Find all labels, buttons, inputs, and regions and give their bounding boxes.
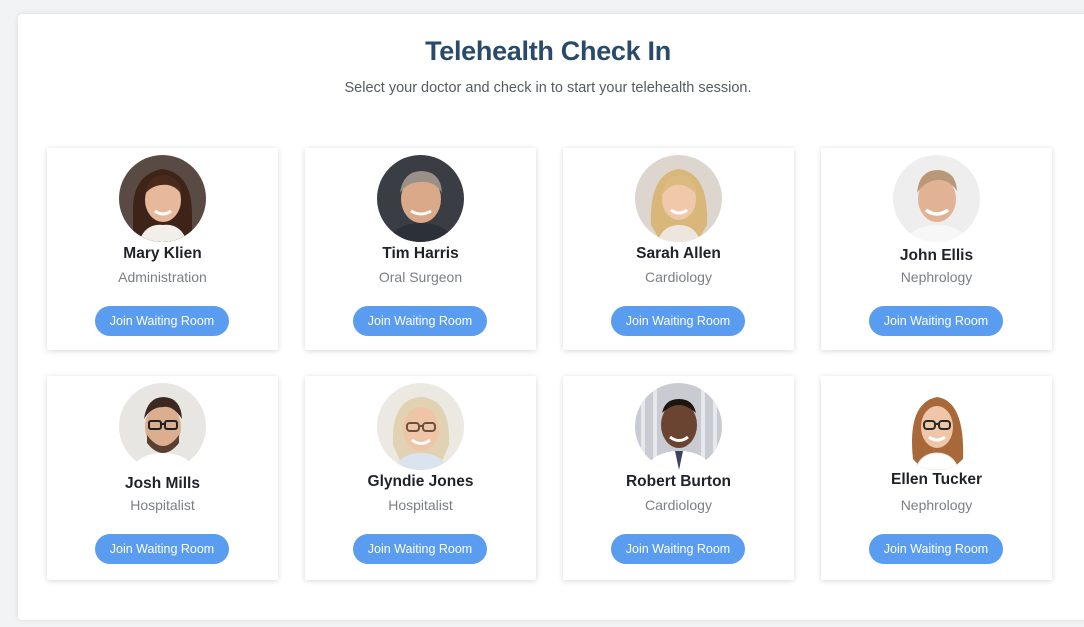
doctor-name: Mary Klien [123,245,202,262]
doctor-department: Administration [118,269,207,285]
doctor-card: Tim Harris Oral Surgeon Join Waiting Roo… [305,148,536,350]
join-waiting-room-button[interactable]: Join Waiting Room [869,306,1003,336]
doctor-card: Ellen Tucker Nephrology Join Waiting Roo… [821,376,1052,580]
doctor-card: Mary Klien Administration Join Waiting R… [47,148,278,350]
doctor-card: Josh Mills Hospitalist Join Waiting Room [47,376,278,580]
page-title: Telehealth Check In [425,36,671,66]
doctor-department: Cardiology [645,269,712,285]
doctor-department: Nephrology [900,269,973,285]
page-subtitle: Select your doctor and check in to start… [344,80,752,96]
doctor-avatar [635,383,722,470]
join-waiting-room-button[interactable]: Join Waiting Room [353,534,487,564]
doctor-avatar [119,383,206,470]
doctor-grid: Mary Klien Administration Join Waiting R… [47,148,1053,580]
join-waiting-room-button[interactable]: Join Waiting Room [611,534,745,564]
doctor-department: Hospitalist [130,497,195,513]
doctor-name: Tim Harris [382,245,459,262]
doctor-avatar [377,155,464,242]
doctor-name: Glyndie Jones [367,473,474,490]
doctor-name: Sarah Allen [636,245,721,262]
page-header: Telehealth Check In Select your doctor a… [18,36,1078,96]
doctor-avatar [893,155,980,242]
join-waiting-room-button[interactable]: Join Waiting Room [353,306,487,336]
doctor-avatar [119,155,206,242]
join-waiting-room-button[interactable]: Join Waiting Room [869,534,1003,564]
join-waiting-room-button[interactable]: Join Waiting Room [95,534,229,564]
doctor-avatar [893,383,980,470]
join-waiting-room-button[interactable]: Join Waiting Room [611,306,745,336]
doctor-name: Ellen Tucker [890,471,983,488]
doctor-department: Hospitalist [388,497,453,513]
doctor-department: Oral Surgeon [378,269,463,285]
join-waiting-room-button[interactable]: Join Waiting Room [95,306,229,336]
doctor-card: Sarah Allen Cardiology Join Waiting Room [563,148,794,350]
doctor-card: John Ellis Nephrology Join Waiting Room [821,148,1052,350]
doctor-name: Josh Mills [125,475,200,492]
doctor-name: Robert Burton [625,473,732,490]
doctor-department: Cardiology [645,497,712,513]
doctor-card: Glyndie Jones Hospitalist Join Waiting R… [305,376,536,580]
doctor-department: Nephrology [900,497,973,513]
doctor-avatar [377,383,464,470]
doctor-avatar [635,155,722,242]
doctor-name: John Ellis [899,247,974,264]
doctor-card: Robert Burton Cardiology Join Waiting Ro… [563,376,794,580]
